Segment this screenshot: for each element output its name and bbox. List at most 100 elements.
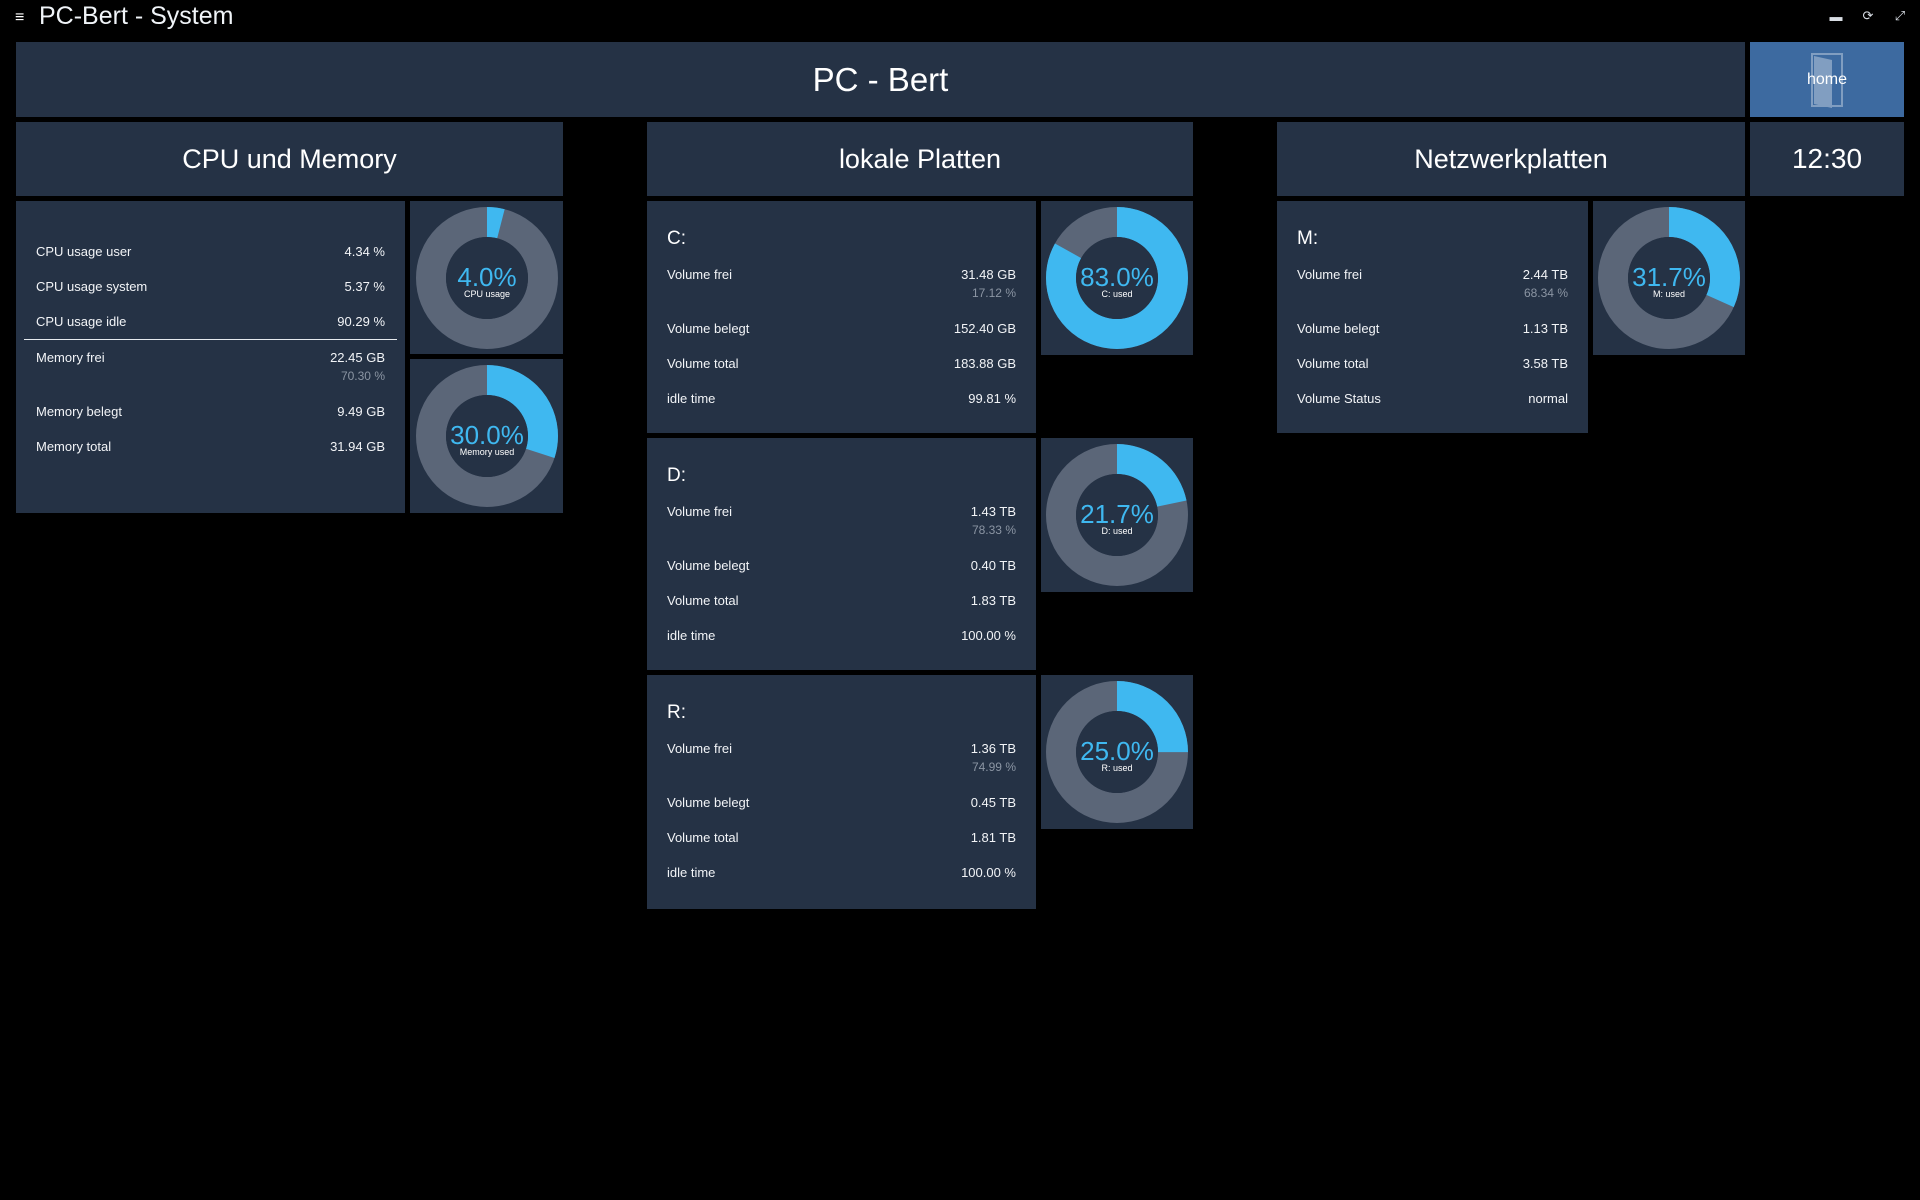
row-value: 31.94 GB — [330, 439, 385, 454]
row-label: Volume belegt — [1297, 321, 1380, 336]
drive-d-gauge: 21.7% D: used — [1041, 438, 1193, 592]
donut-chart: 30.0%Memory used — [415, 365, 558, 507]
cpu-gauge: 4.0% CPU usage — [410, 201, 563, 354]
row-subvalue: 78.33 % — [971, 523, 1016, 537]
section-title-cpu: CPU und Memory — [16, 122, 563, 196]
refresh-icon[interactable]: ⟳ — [1860, 8, 1876, 24]
section-title-local: lokale Platten — [647, 122, 1193, 196]
drive-row: Volume total 183.88 GB — [667, 356, 1016, 391]
fullscreen-icon[interactable]: ⤢ — [1892, 8, 1908, 24]
gauge-label: Memory used — [459, 447, 514, 457]
row-subvalue: 68.34 % — [1523, 286, 1568, 300]
donut-chart: 4.0%CPU usage — [415, 206, 558, 349]
row-label: idle time — [667, 628, 716, 643]
row-value: 1.43 TB — [970, 504, 1016, 519]
drive-r-gauge: 25.0% R: used — [1041, 675, 1193, 829]
donut-chart: 25.0%R: used — [1046, 681, 1188, 823]
row-value: 1.83 TB — [970, 593, 1016, 608]
memory-row: Memory total 31.94 GB — [36, 439, 385, 474]
drive-d-panel: D: Volume frei 1.43 TB 78.33 % Volume belegt… — [647, 438, 1036, 670]
drive-row: Volume belegt 152.40 GB — [667, 321, 1016, 356]
row-label: Volume total — [667, 356, 739, 371]
drive-row: idle time 99.81 % — [667, 391, 1016, 426]
app-title: PC-Bert - System — [39, 2, 234, 30]
row-label: Volume total — [667, 593, 739, 608]
row-label: Memory total — [36, 439, 112, 454]
row-subvalue: 70.30 % — [340, 369, 385, 383]
home-button[interactable]: home — [1750, 42, 1904, 117]
drive-row: Volume total 1.83 TB — [667, 593, 1016, 628]
home-label: home — [1806, 70, 1848, 88]
row-label: Volume frei — [667, 267, 733, 282]
drive-row: Volume Status normal — [1297, 391, 1568, 426]
drive-m-gauge: 31.7% M: used — [1593, 201, 1745, 355]
row-label: Memory belegt — [36, 404, 122, 419]
row-label: Volume total — [1297, 356, 1369, 371]
row-value: 0.45 TB — [970, 795, 1016, 810]
row-label: Volume Status — [1297, 391, 1381, 406]
clock: 12:30 — [1750, 122, 1904, 196]
row-value: 0.40 TB — [970, 558, 1016, 573]
drive-row: Volume frei 2.44 TB 68.34 % — [1297, 267, 1568, 321]
cpu-row: CPU usage system 5.37 % — [36, 279, 385, 314]
row-value: 3.58 TB — [1522, 356, 1568, 371]
drive-row: Volume belegt 0.45 TB — [667, 795, 1016, 830]
drive-name: R: — [667, 702, 686, 723]
gauge-value: 30.0% — [450, 420, 524, 450]
donut-chart: 21.7%D: used — [1046, 444, 1188, 586]
gauge-label: M: used — [1653, 289, 1685, 299]
drive-row: Volume frei 1.36 TB 74.99 % — [667, 741, 1016, 795]
drive-row: Volume belegt 1.13 TB — [1297, 321, 1568, 356]
row-subvalue: 17.12 % — [971, 286, 1016, 300]
memory-row: Memory frei 22.45 GB 70.30 % — [36, 350, 385, 404]
cpu-row: CPU usage idle 90.29 % — [36, 314, 385, 339]
row-label: idle time — [667, 391, 716, 406]
row-value: 152.40 GB — [953, 321, 1016, 336]
gauge-label: D: used — [1101, 526, 1132, 536]
gauge-label: R: used — [1101, 763, 1132, 773]
cpu-info-panel: CPU usage user 4.34 % CPU usage system 5.3… — [16, 201, 405, 513]
row-value: 90.29 % — [337, 314, 385, 329]
row-value: 183.88 GB — [953, 356, 1016, 371]
row-subvalue: 74.99 % — [971, 760, 1016, 774]
donut-chart: 83.0%C: used — [1046, 207, 1188, 349]
drive-row: Volume frei 1.43 TB 78.33 % — [667, 504, 1016, 558]
row-label: Volume frei — [667, 741, 733, 756]
gauge-label: CPU usage — [463, 289, 509, 299]
cpu-row: CPU usage user 4.34 % — [36, 244, 385, 279]
row-label: idle time — [667, 865, 716, 880]
drive-row: Volume frei 31.48 GB 17.12 % — [667, 267, 1016, 321]
row-label: Volume belegt — [667, 321, 750, 336]
gauge-label: C: used — [1101, 289, 1132, 299]
divider — [24, 339, 397, 340]
section-title-network: Netzwerkplatten — [1277, 122, 1745, 196]
gauge-value: 83.0% — [1080, 262, 1154, 292]
donut-chart: 31.7%M: used — [1598, 207, 1740, 349]
row-label: CPU usage system — [36, 279, 148, 294]
drive-c-panel: C: Volume frei 31.48 GB 17.12 % Volume beleg… — [647, 201, 1036, 433]
row-value: 5.37 % — [344, 279, 385, 294]
row-value: 100.00 % — [961, 865, 1016, 880]
row-value: 2.44 TB — [1522, 267, 1568, 282]
row-value: 100.00 % — [961, 628, 1016, 643]
row-label: Volume frei — [1297, 267, 1363, 282]
row-value: normal — [1528, 391, 1568, 406]
drive-name: C: — [667, 228, 686, 249]
row-value: 31.48 GB — [961, 267, 1016, 282]
row-label: Volume belegt — [667, 558, 750, 573]
drive-m-panel: M: Volume frei 2.44 TB 68.34 % Volume belegt… — [1277, 201, 1588, 433]
row-value: 9.49 GB — [337, 404, 385, 419]
toolbar: ▬ ⟳ ⤢ — [1828, 8, 1908, 24]
row-value: 4.34 % — [344, 244, 385, 259]
menu-icon[interactable]: ≡ — [15, 9, 24, 27]
row-value: 1.81 TB — [970, 830, 1016, 845]
page-title: PC - Bert — [16, 42, 1745, 117]
drive-row: idle time 100.00 % — [667, 865, 1016, 900]
drive-row: idle time 100.00 % — [667, 628, 1016, 663]
row-value: 1.36 TB — [970, 741, 1016, 756]
row-label: CPU usage user — [36, 244, 132, 259]
memory-gauge: 30.0% Memory used — [410, 359, 563, 513]
chat-icon[interactable]: ▬ — [1828, 8, 1844, 24]
row-value: 99.81 % — [968, 391, 1016, 406]
memory-row: Memory belegt 9.49 GB — [36, 404, 385, 439]
